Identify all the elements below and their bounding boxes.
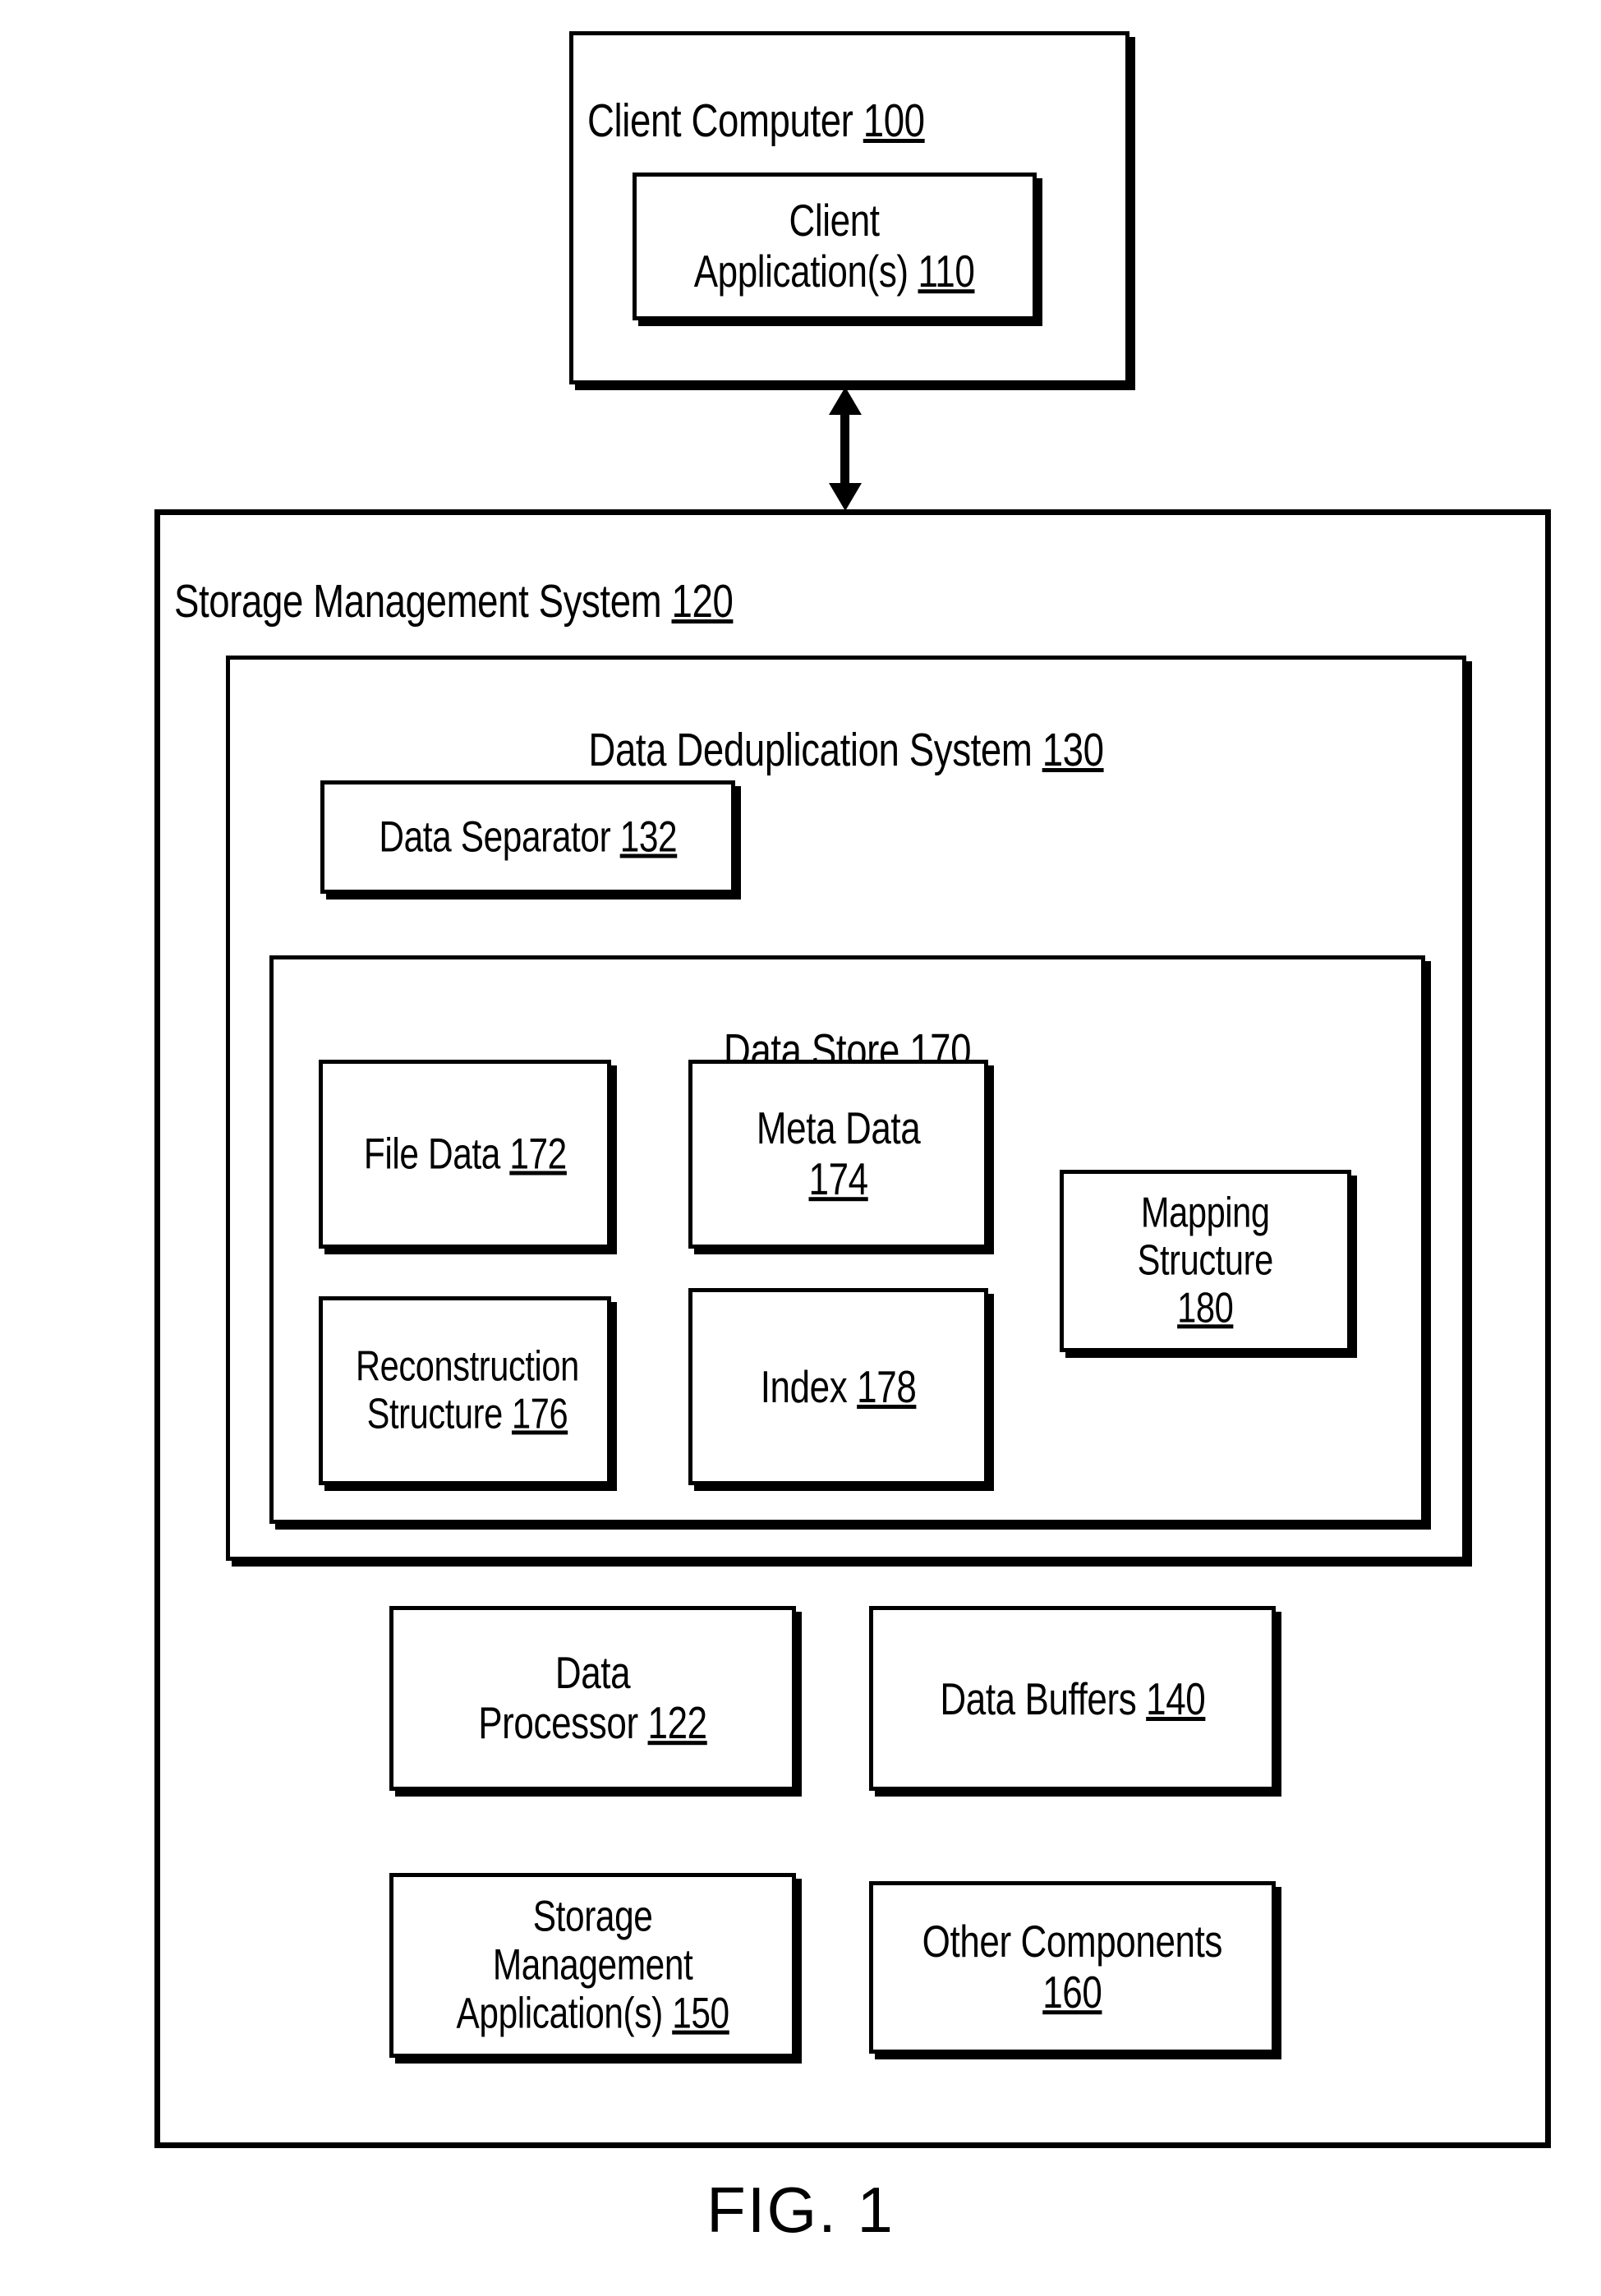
- storage-management-applications-ref: 150: [672, 1989, 729, 2038]
- storage-management-system-ref: 120: [671, 574, 734, 628]
- data-separator-ref: 132: [619, 812, 677, 862]
- data-buffers-label: Data Buffers 140: [873, 1673, 1272, 1725]
- storage-management-system-title-text: Storage Management System: [174, 574, 662, 628]
- mapping-structure-label: Mapping Structure 180: [1064, 1189, 1347, 1332]
- file-data-ref: 172: [508, 1130, 567, 1179]
- other-components-label: Other Components 160: [873, 1916, 1272, 2018]
- storage-management-applications-title: Storage Management Application(s): [456, 1892, 693, 2038]
- data-deduplication-system-title-text: Data Deduplication System: [588, 723, 1033, 776]
- other-components-box: Other Components 160: [869, 1881, 1276, 2054]
- mapping-structure-title: Mapping Structure: [1137, 1189, 1274, 1285]
- reconstruction-structure-label: Reconstruction Structure 176: [323, 1342, 607, 1438]
- file-data-box: File Data 172: [319, 1060, 611, 1249]
- meta-data-box: Meta Data 174: [688, 1060, 988, 1249]
- data-processor-label: Data Processor 122: [393, 1646, 792, 1750]
- mapping-structure-box: Mapping Structure 180: [1060, 1170, 1351, 1352]
- data-deduplication-system-ref: 130: [1042, 723, 1104, 776]
- file-data-label: File Data 172: [323, 1130, 607, 1180]
- client-computer-ref: 100: [863, 94, 925, 147]
- data-deduplication-system-title: Data Deduplication System 130: [350, 672, 1342, 777]
- data-processor-box: Data Processor 122: [389, 1606, 796, 1791]
- client-applications-label: Client Application(s) 110: [637, 196, 1033, 297]
- meta-data-title: Meta Data: [756, 1102, 921, 1154]
- client-applications-ref: 110: [918, 245, 975, 297]
- meta-data-ref: 174: [808, 1153, 868, 1204]
- index-ref: 178: [857, 1361, 917, 1412]
- data-buffers-box: Data Buffers 140: [869, 1606, 1276, 1791]
- data-separator-box: Data Separator 132: [320, 780, 735, 894]
- client-computer-title-text: Client Computer: [587, 94, 853, 147]
- index-title: Index: [760, 1361, 848, 1412]
- figure-caption: FIG. 1: [706, 2174, 895, 2246]
- file-data-title: File Data: [363, 1130, 500, 1179]
- client-applications-box: Client Application(s) 110: [633, 173, 1037, 320]
- reconstruction-structure-box: Reconstruction Structure 176: [319, 1296, 611, 1485]
- storage-management-system-title: Storage Management System 120: [174, 523, 831, 628]
- storage-management-applications-box: Storage Management Application(s) 150: [389, 1873, 796, 2058]
- data-processor-ref: 122: [647, 1697, 708, 1749]
- other-components-title: Other Components: [922, 1916, 1223, 1967]
- other-components-ref: 160: [1042, 1966, 1102, 2018]
- index-label: Index 178: [692, 1360, 984, 1413]
- mapping-structure-ref: 180: [1177, 1284, 1234, 1332]
- data-processor-title: Data Processor: [478, 1646, 638, 1749]
- storage-management-applications-label: Storage Management Application(s) 150: [393, 1892, 792, 2039]
- index-box: Index 178: [688, 1288, 988, 1485]
- client-applications-title: Client Application(s): [694, 195, 909, 297]
- data-buffers-ref: 140: [1145, 1673, 1206, 1724]
- data-separator-label: Data Separator 132: [324, 812, 731, 863]
- data-separator-title: Data Separator: [379, 812, 610, 862]
- data-buffers-title: Data Buffers: [940, 1673, 1136, 1724]
- reconstruction-structure-ref: 176: [511, 1390, 568, 1438]
- arrow-head-down-icon: [829, 483, 862, 511]
- meta-data-label: Meta Data 174: [692, 1102, 984, 1205]
- client-computer-title: Client Computer 100: [587, 43, 995, 148]
